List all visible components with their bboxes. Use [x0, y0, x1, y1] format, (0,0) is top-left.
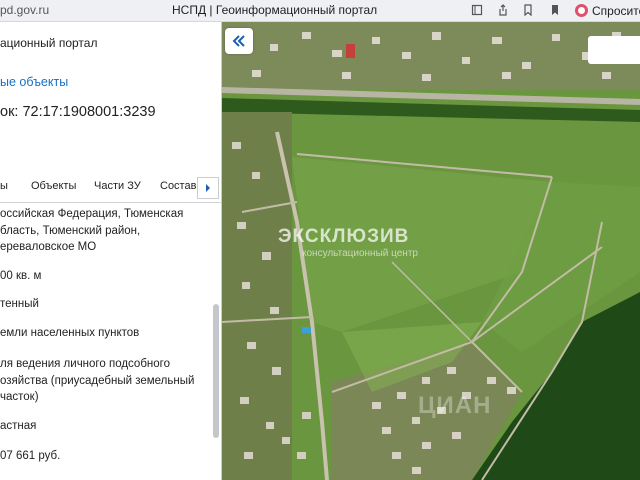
bookmark-icon[interactable] — [468, 1, 486, 19]
field-area: 00 кв. м — [0, 270, 42, 282]
browser-toolbar: pd.gov.ru НСПД | Геоинформационный порта… — [0, 0, 640, 22]
portal-title: ационный портал — [0, 36, 98, 50]
scrollbar-thumb[interactable] — [213, 304, 219, 438]
field-cadastral-value: 07 661 руб. — [0, 450, 61, 462]
address-bar[interactable]: pd.gov.ru — [0, 3, 49, 17]
collapse-panel-button[interactable] — [225, 28, 253, 54]
panel-scrollbar[interactable] — [213, 208, 219, 478]
field-ownership: астная — [0, 420, 37, 432]
share-icon[interactable] — [494, 1, 512, 19]
cadastral-number: ок: 72:17:1908001:3239 — [0, 104, 156, 120]
history-icon[interactable] — [546, 1, 564, 19]
watermark-tagline: консультационный центр — [302, 248, 418, 259]
double-chevron-left-icon — [232, 35, 245, 47]
assistant-icon — [575, 4, 588, 17]
tabs-divider — [0, 202, 221, 203]
info-panel: ационный портал ые объекты ок: 72:17:190… — [0, 22, 222, 480]
tab-objects[interactable]: Объекты — [31, 180, 76, 192]
tabs-next-button[interactable] — [197, 177, 219, 199]
tab-parts[interactable]: Части ЗУ — [94, 180, 141, 192]
map-control-panel[interactable] — [588, 36, 640, 64]
section-link[interactable]: ые объекты — [0, 75, 68, 89]
field-address: оссийская Федерация, Тюменская бласть, Т… — [0, 208, 184, 253]
ask-label: Спросите — [592, 3, 640, 18]
chevron-right-icon — [206, 184, 210, 192]
bookmark-outline-icon[interactable] — [519, 1, 537, 19]
field-status: тенный — [0, 298, 39, 310]
field-category: емли населенных пунктов — [0, 327, 140, 339]
tab-title: НСПД | Геоинформационный портал — [172, 3, 378, 17]
tab-composition[interactable]: Состав — [160, 180, 196, 192]
field-permitted-use: ля ведения личного подсобного озяйства (… — [0, 358, 195, 403]
info-tabs: ы Объекты Части ЗУ Состав — [0, 176, 221, 200]
watermark-brand: ЭКСКЛЮЗИВ — [278, 226, 410, 247]
tab-general[interactable]: ы — [0, 180, 8, 192]
ask-assistant-button[interactable]: Спросите — [575, 0, 640, 21]
watermark-secondary: ЦИАН — [418, 392, 492, 419]
